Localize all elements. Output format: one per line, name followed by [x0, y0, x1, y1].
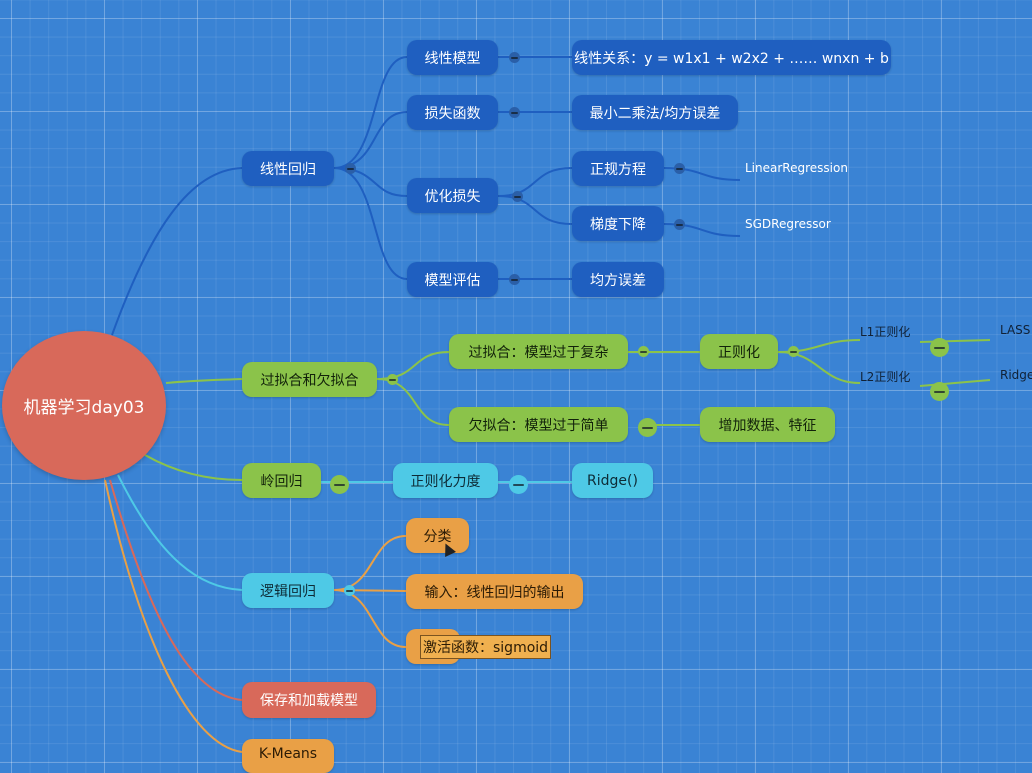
collapse-linear-regression[interactable] [345, 163, 356, 174]
node-label: 优化损失 [424, 188, 481, 205]
node-save-load-model[interactable]: 保存和加载模型 [242, 682, 376, 718]
node-label: K-Means [258, 746, 318, 762]
collapse-l2[interactable] [930, 382, 949, 401]
node-add-data-features[interactable]: 增加数据、特征 [700, 407, 835, 442]
node-label: 岭回归 [260, 473, 303, 490]
node-label: 均方误差 [590, 272, 646, 289]
node-label: 过拟合：模型过于复杂 [468, 344, 609, 361]
node-logistic-regression[interactable]: 逻辑回归 [242, 573, 334, 608]
node-least-squares[interactable]: 最小二乘法/均方误差 [572, 95, 738, 130]
node-normal-equation[interactable]: 正规方程 [572, 151, 664, 186]
node-classification[interactable]: 分类 [406, 518, 469, 553]
node-label: 保存和加载模型 [260, 693, 358, 709]
collapse-l1[interactable] [930, 338, 949, 357]
node-ridge-regression[interactable]: 岭回归 [242, 463, 321, 498]
node-label: 逻辑回归 [260, 583, 316, 600]
node-label: 正规方程 [590, 161, 646, 178]
node-activation-function[interactable]: 激活函数：sigmoid [406, 629, 552, 664]
node-label: 模型评估 [424, 272, 481, 289]
node-regularization-strength[interactable]: 正则化力度 [393, 463, 498, 498]
node-gradient-descent[interactable]: 梯度下降 [572, 206, 664, 241]
node-label: 最小二乘法/均方误差 [589, 105, 721, 122]
node-ridge-api[interactable]: Ridge() [572, 463, 653, 498]
node-overfitting[interactable]: 过拟合：模型过于复杂 [449, 334, 628, 369]
node-label: 正则化力度 [410, 473, 481, 490]
collapse-loss-function[interactable] [509, 107, 520, 118]
node-linear-regression[interactable]: 线性回归 [242, 151, 334, 186]
node-label: 线性关系：y = w1x1 + w2x2 + …… wnxn + b [574, 50, 889, 67]
collapse-linear-model[interactable] [509, 52, 520, 63]
collapse-optimize-loss[interactable] [512, 191, 523, 202]
node-label: 线性模型 [424, 50, 481, 67]
root-label: 机器学习day03 [23, 398, 145, 418]
node-underfitting[interactable]: 欠拟合：模型过于简单 [449, 407, 628, 442]
node-label: 梯度下降 [590, 216, 646, 233]
node-label: 损失函数 [424, 105, 481, 122]
node-logistic-input[interactable]: 输入：线性回归的输出 [406, 574, 583, 609]
leaf-ridge[interactable]: Ridge [1000, 368, 1032, 382]
node-label: 增加数据、特征 [718, 417, 817, 434]
collapse-underfitting[interactable] [638, 418, 657, 437]
node-label: 过拟合和欠拟合 [260, 372, 359, 389]
collapse-regularization-strength[interactable] [509, 475, 528, 494]
node-loss-function[interactable]: 损失函数 [407, 95, 498, 130]
collapse-ridge[interactable] [330, 475, 349, 494]
node-label: 欠拟合：模型过于简单 [468, 417, 609, 434]
leaf-linear-regression-api[interactable]: LinearRegression [745, 161, 848, 175]
node-label-editing[interactable]: 激活函数：sigmoid [419, 634, 552, 659]
node-linear-relation[interactable]: 线性关系：y = w1x1 + w2x2 + …… wnxn + b [572, 40, 891, 75]
leaf-lasso[interactable]: LASS [1000, 323, 1030, 337]
node-optimize-loss[interactable]: 优化损失 [407, 178, 498, 213]
node-over-under-fitting[interactable]: 过拟合和欠拟合 [242, 362, 377, 397]
leaf-l1-regularization[interactable]: L1正则化 [860, 323, 910, 340]
collapse-regularization[interactable] [788, 346, 799, 357]
node-regularization[interactable]: 正则化 [700, 334, 778, 369]
node-label: Ridge() [587, 472, 638, 489]
node-label: 输入：线性回归的输出 [424, 584, 565, 601]
collapse-fitting[interactable] [387, 374, 398, 385]
node-linear-model[interactable]: 线性模型 [407, 40, 498, 75]
collapse-overfitting[interactable] [638, 346, 649, 357]
node-mse[interactable]: 均方误差 [572, 262, 664, 297]
node-label: 正则化 [718, 344, 760, 361]
root-node[interactable]: 机器学习day03 [2, 331, 166, 480]
leaf-sgd-regressor-api[interactable]: SGDRegressor [745, 217, 831, 231]
node-model-evaluation[interactable]: 模型评估 [407, 262, 498, 297]
collapse-normal-equation[interactable] [674, 163, 685, 174]
leaf-l2-regularization[interactable]: L2正则化 [860, 368, 910, 385]
collapse-model-evaluation[interactable] [509, 274, 520, 285]
collapse-gradient-descent[interactable] [674, 219, 685, 230]
node-label: 线性回归 [260, 161, 316, 178]
node-kmeans[interactable]: K-Means [242, 739, 334, 773]
collapse-logistic[interactable] [344, 585, 355, 596]
